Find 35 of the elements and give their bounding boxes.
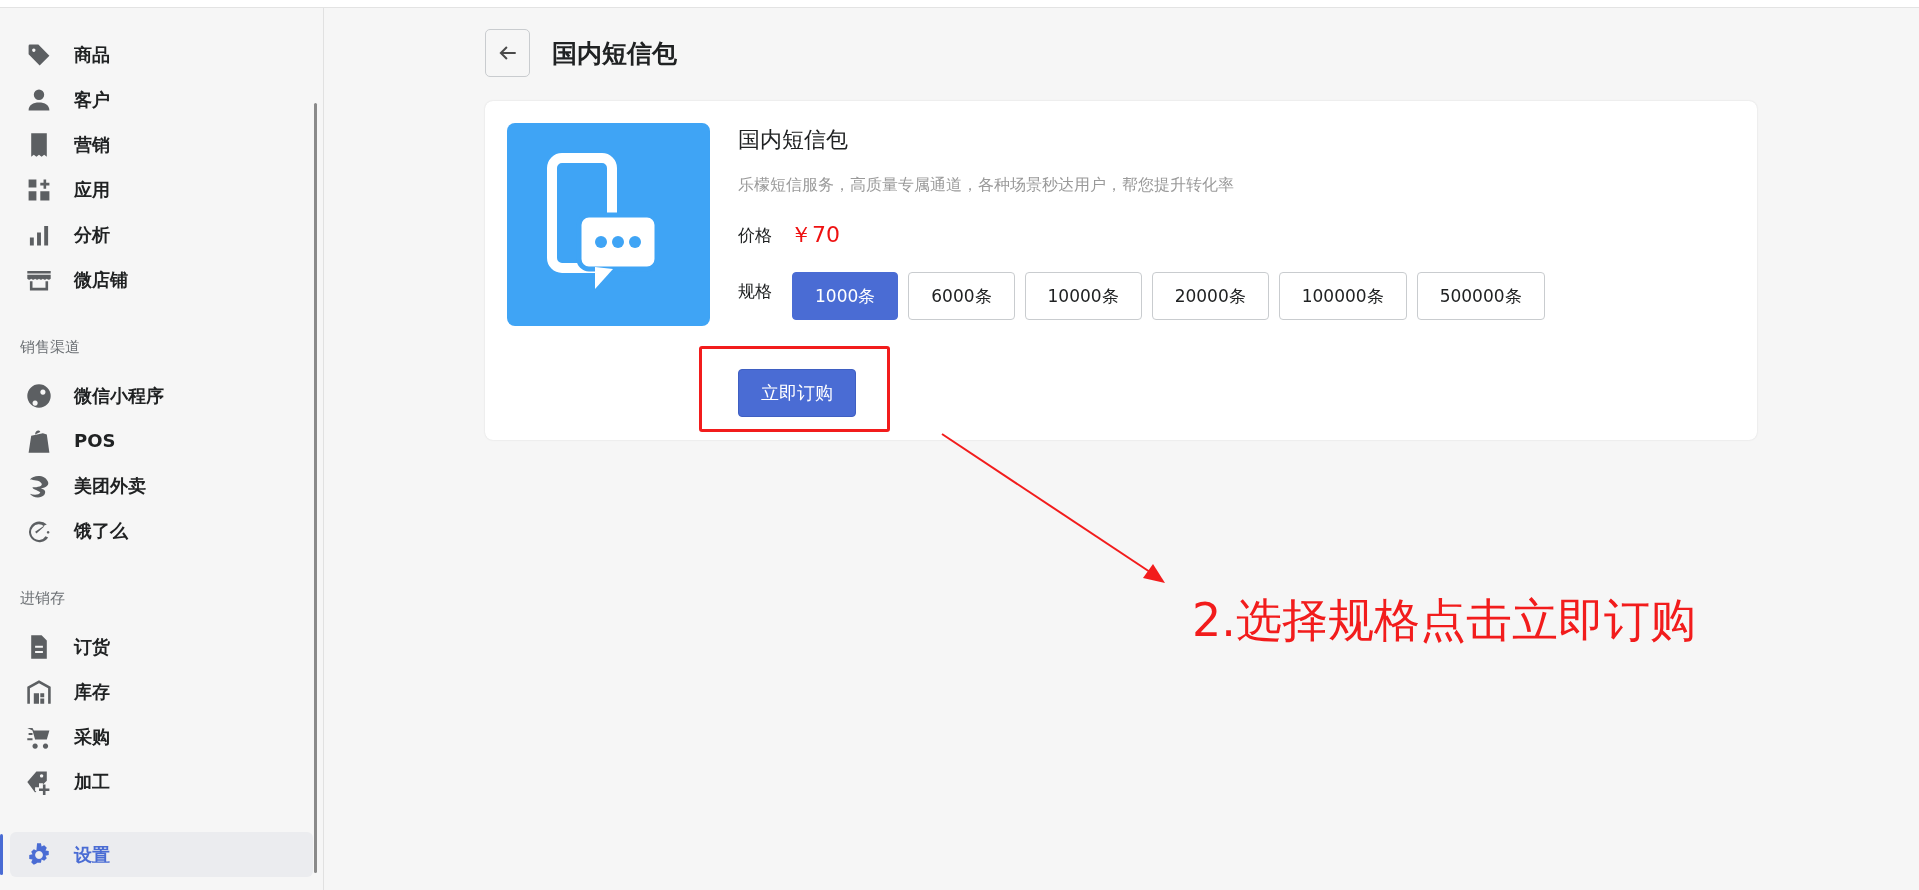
sidebar-item[interactable]: 美团外卖	[10, 463, 313, 508]
sidebar-item[interactable]: 库存	[10, 669, 313, 714]
sidebar-item[interactable]: 采购	[10, 714, 313, 759]
sidebar-item[interactable]: 应用	[10, 167, 313, 212]
section-heading: 进销存	[19, 588, 66, 609]
spec-option[interactable]: 6000条	[908, 272, 1015, 320]
sidebar-item[interactable]: 加工	[10, 759, 313, 804]
sidebar-item[interactable]: 微店铺	[10, 257, 313, 302]
warehouse-icon	[26, 678, 52, 705]
spec-option[interactable]: 10000条	[1024, 272, 1142, 320]
sidebar-item[interactable]: 饿了么	[10, 508, 313, 553]
sidebar-item[interactable]: 微信小程序	[10, 373, 313, 418]
section-heading: 销售渠道	[19, 337, 81, 358]
spec-option[interactable]: 20000条	[1151, 272, 1269, 320]
spec-label: 规格	[738, 280, 772, 303]
phone-message-icon	[507, 123, 710, 326]
scrollbar[interactable]	[314, 103, 317, 873]
order-button[interactable]: 立即订购	[738, 369, 856, 417]
spec-option[interactable]: 1000条	[792, 272, 899, 320]
price-label: 价格	[738, 223, 772, 247]
spec-option[interactable]: 100000条	[1278, 272, 1407, 320]
page-title: 国内短信包	[552, 37, 677, 70]
back-button[interactable]	[485, 29, 530, 77]
annotation-text: 2.选择规格点击立即订购	[1192, 592, 1696, 649]
price-value: ￥70	[790, 221, 840, 249]
selection-marker	[0, 834, 3, 875]
sidebar-item[interactable]: 商品	[10, 32, 313, 77]
product-name: 国内短信包	[738, 126, 849, 154]
product-description: 乐檬短信服务，高质量专属通道，各种场景秒达用户，帮您提升转化率	[738, 175, 1235, 196]
spec-option[interactable]: 500000条	[1416, 272, 1545, 320]
sidebar-item[interactable]: 订货	[10, 624, 313, 669]
sidebar-item[interactable]: 营销	[10, 122, 313, 167]
sidebar-item[interactable]: 分析	[10, 212, 313, 257]
sidebar-item[interactable]: POS	[10, 418, 313, 463]
sidebar-item[interactable]: 客户	[10, 77, 313, 122]
